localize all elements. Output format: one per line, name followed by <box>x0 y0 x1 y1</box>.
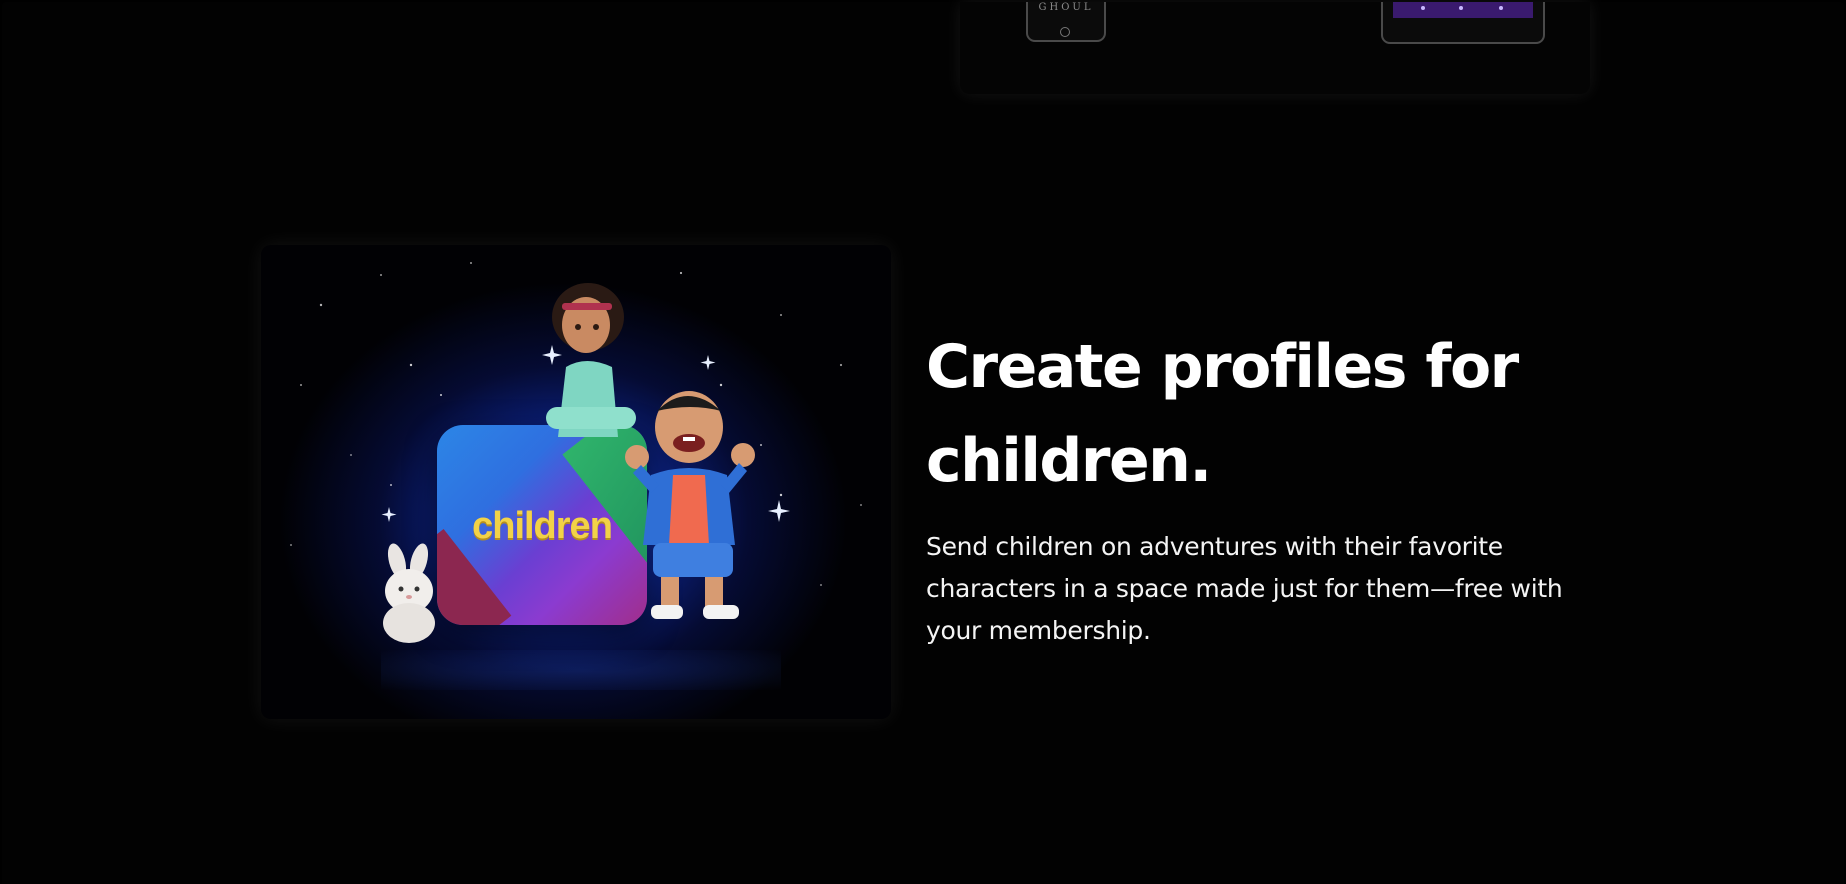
tablet-nav-dot <box>1499 6 1503 10</box>
boy-character-illustration <box>625 391 755 619</box>
tile-label: children <box>472 505 613 547</box>
tablet-device-image <box>1381 2 1545 44</box>
tablet-nav-dot <box>1421 6 1425 10</box>
page-frame: GHOUL children Create profiles for child… <box>2 2 1844 884</box>
children-app-tile: children <box>437 425 647 625</box>
children-profile-image: children <box>261 245 891 719</box>
phone-screen-title: GHOUL <box>1038 2 1094 13</box>
tablet-nav-dot <box>1459 6 1463 10</box>
phone-home-button <box>1060 27 1070 37</box>
tablet-screen <box>1393 2 1533 18</box>
feature-description: Send children on adventures with their f… <box>926 532 1563 645</box>
feature-headline: Create profiles for children. <box>926 332 1519 496</box>
phone-device-image: GHOUL <box>1026 2 1106 42</box>
bunny-character-illustration <box>383 543 435 643</box>
floor-reflection <box>381 650 781 690</box>
devices-card: GHOUL <box>960 2 1590 94</box>
